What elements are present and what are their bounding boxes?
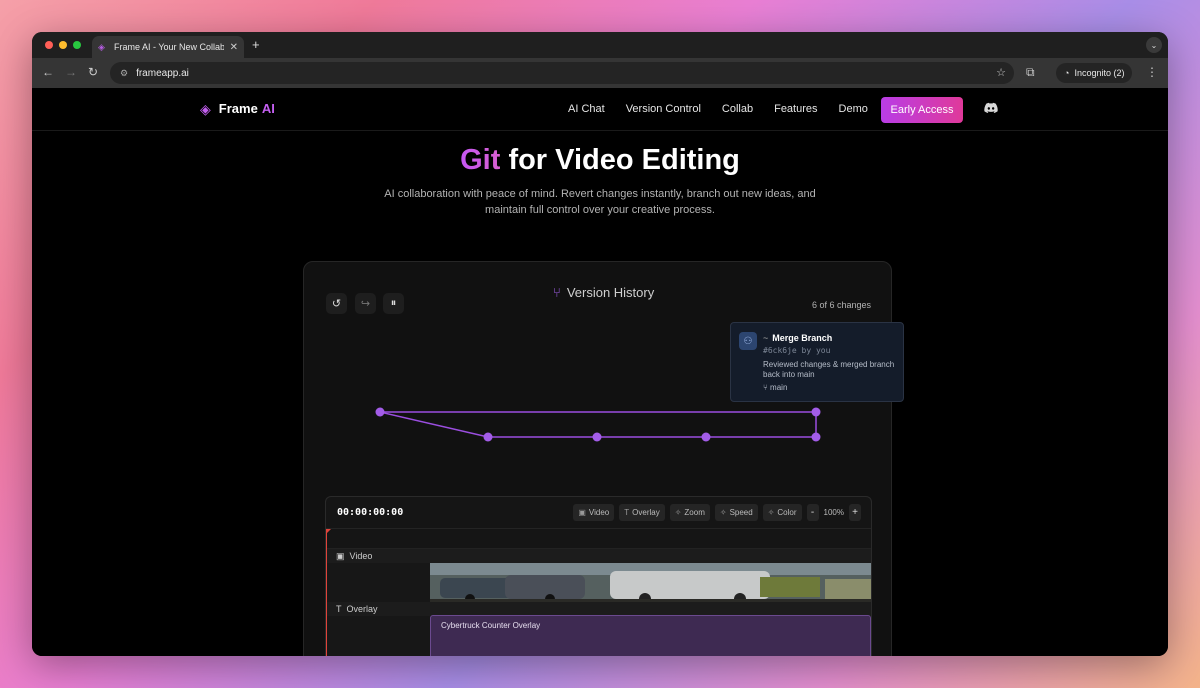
speed-effect-button[interactable]: ✧ Speed bbox=[714, 504, 758, 521]
forward-icon[interactable]: → bbox=[65, 65, 77, 79]
incognito-label: Incognito (2) bbox=[1074, 68, 1125, 78]
commit-node[interactable] bbox=[811, 432, 821, 442]
video-thumbnails bbox=[430, 563, 871, 603]
hero-title-accent: Git bbox=[460, 144, 501, 176]
site-logo[interactable]: ◈ Frame AI bbox=[200, 101, 275, 116]
magic-wand-icon: ✧ bbox=[719, 508, 727, 517]
version-history-panel: ↺ ↪ ⏸ ⑂ Version History 6 of 6 changes ⚇… bbox=[303, 261, 904, 656]
zoom-in-button[interactable]: + bbox=[849, 504, 861, 521]
extensions-icon[interactable]: ⧉ bbox=[1026, 65, 1035, 80]
video-track-label: ▣ Video bbox=[326, 549, 430, 563]
browser-menu-icon[interactable]: ⋮ bbox=[1146, 65, 1158, 79]
commit-title-dash: ~ bbox=[763, 333, 769, 343]
logo-accent: AI bbox=[261, 101, 275, 116]
zoom-effect-label: Zoom bbox=[684, 508, 705, 517]
tab-search-icon[interactable]: ⌄ bbox=[1146, 37, 1162, 53]
add-video-label: Video bbox=[588, 508, 610, 517]
close-tab-icon[interactable]: ✕ bbox=[230, 42, 238, 53]
editor-tool-buttons: ▣ Video T Overlay ✧ Zoom ✧ Speed ✧ Color - 10… bbox=[573, 504, 861, 521]
minimize-window-button[interactable] bbox=[59, 41, 67, 49]
user-avatar-icon: ⚇ bbox=[739, 332, 757, 350]
text-icon: T bbox=[624, 508, 630, 517]
web-page: ◈ Frame AI AI Chat Version Control Colla… bbox=[32, 88, 1168, 656]
video-track-gutter bbox=[326, 563, 430, 603]
reload-icon[interactable]: ↻ bbox=[88, 65, 98, 79]
back-icon[interactable]: ← bbox=[42, 65, 54, 79]
hero-title-rest: for Video Editing bbox=[508, 144, 740, 176]
nav-link-ai-chat[interactable]: AI Chat bbox=[568, 103, 605, 115]
commit-tooltip: ⚇ ~ Merge Branch #6ck6je by you Reviewed … bbox=[730, 322, 904, 402]
site-settings-icon[interactable]: ⚙ bbox=[120, 68, 128, 79]
logo-text: Frame bbox=[218, 101, 258, 116]
editor-toolbar: 00:00:00:00 ▣ Video T Overlay ✧ Zoom ✧ Speed… bbox=[326, 497, 871, 529]
frame-favicon-icon: ◈ bbox=[98, 42, 105, 52]
magic-wand-icon: ✧ bbox=[674, 508, 682, 517]
hero-title: Git for Video Editing bbox=[32, 144, 1168, 177]
overlay-track-label: T Overlay bbox=[326, 602, 430, 616]
speed-effect-label: Speed bbox=[729, 508, 753, 517]
zoom-out-button[interactable]: - bbox=[806, 504, 819, 521]
overlay-track-header bbox=[430, 602, 871, 616]
incognito-icon: ◔ bbox=[1064, 68, 1070, 78]
commit-branch-name: main bbox=[770, 383, 788, 392]
close-window-button[interactable] bbox=[45, 41, 53, 49]
nav-links: AI Chat Version Control Collab Features … bbox=[568, 103, 868, 115]
nav-link-version-control[interactable]: Version Control bbox=[626, 103, 701, 115]
add-overlay-button[interactable]: T Overlay bbox=[619, 504, 665, 521]
address-bar[interactable]: ⚙ frameapp.ai ☆ bbox=[110, 62, 1014, 84]
playhead[interactable] bbox=[326, 529, 327, 656]
site-navbar: ◈ Frame AI AI Chat Version Control Colla… bbox=[32, 88, 1168, 131]
browser-window: ◈ Frame AI - Your New Collabo ✕ + ⌄ ← → … bbox=[32, 32, 1168, 656]
branch-icon: ⑂ bbox=[763, 383, 768, 392]
video-editor: 00:00:00:00 ▣ Video T Overlay ✧ Zoom ✧ Speed… bbox=[325, 496, 872, 656]
nav-link-demo[interactable]: Demo bbox=[839, 103, 868, 115]
commit-node[interactable] bbox=[375, 407, 385, 417]
commit-node[interactable] bbox=[701, 432, 711, 442]
image-icon: ▣ bbox=[578, 508, 586, 517]
overlay-clip[interactable]: Cybertruck Counter Overlay bbox=[430, 615, 871, 656]
commit-node[interactable] bbox=[811, 407, 821, 417]
commit-branch: ⑂ main bbox=[763, 383, 787, 392]
overlay-track-gutter bbox=[326, 616, 430, 656]
commit-node[interactable] bbox=[483, 432, 493, 442]
image-icon: ▣ bbox=[336, 550, 345, 561]
new-tab-icon[interactable]: + bbox=[252, 37, 260, 52]
maximize-window-button[interactable] bbox=[73, 41, 81, 49]
zoom-level: 100% bbox=[823, 508, 844, 517]
add-overlay-label: Overlay bbox=[632, 508, 660, 517]
window-controls bbox=[45, 41, 81, 49]
browser-toolbar: ← → ↻ ⚙ frameapp.ai ☆ ⧉ ◔ Incognito (2) … bbox=[32, 58, 1168, 88]
magic-wand-icon: ✧ bbox=[767, 508, 775, 517]
hero-subtitle: AI collaboration with peace of mind. Rev… bbox=[384, 188, 816, 216]
timecode: 00:00:00:00 bbox=[337, 507, 404, 518]
nav-link-collab[interactable]: Collab bbox=[722, 103, 753, 115]
tab-bar: ◈ Frame AI - Your New Collabo ✕ + ⌄ bbox=[32, 32, 1168, 58]
commit-description: Reviewed changes & merged branch back in… bbox=[763, 360, 895, 379]
tab-title: Frame AI - Your New Collabo bbox=[114, 42, 224, 52]
add-video-button[interactable]: ▣ Video bbox=[573, 504, 615, 521]
url-text: frameapp.ai bbox=[136, 67, 189, 79]
color-effect-label: Color bbox=[777, 508, 797, 517]
color-effect-button[interactable]: ✧ Color bbox=[762, 504, 802, 521]
overlay-track-name: Overlay bbox=[346, 604, 378, 614]
browser-tab[interactable]: ◈ Frame AI - Your New Collabo ✕ bbox=[92, 36, 244, 58]
video-track-name: Video bbox=[349, 551, 373, 561]
commit-hash: #6ck6je by you bbox=[763, 346, 831, 355]
discord-icon[interactable] bbox=[984, 102, 998, 114]
video-clip-filmstrip[interactable] bbox=[430, 563, 871, 603]
nav-link-features[interactable]: Features bbox=[774, 103, 817, 115]
commit-title-text: Merge Branch bbox=[772, 333, 833, 343]
timeline-ruler[interactable] bbox=[326, 529, 871, 549]
commit-title: ~ Merge Branch bbox=[763, 333, 832, 343]
playhead-handle[interactable] bbox=[326, 529, 331, 534]
video-track-header bbox=[430, 549, 871, 563]
early-access-button[interactable]: Early Access bbox=[881, 97, 963, 123]
frame-logo-icon: ◈ bbox=[200, 100, 211, 117]
incognito-badge[interactable]: ◔ Incognito (2) bbox=[1056, 63, 1133, 83]
text-icon: T bbox=[336, 604, 342, 614]
commit-node[interactable] bbox=[592, 432, 602, 442]
zoom-effect-button[interactable]: ✧ Zoom bbox=[669, 504, 710, 521]
bookmark-star-icon[interactable]: ☆ bbox=[996, 66, 1006, 79]
